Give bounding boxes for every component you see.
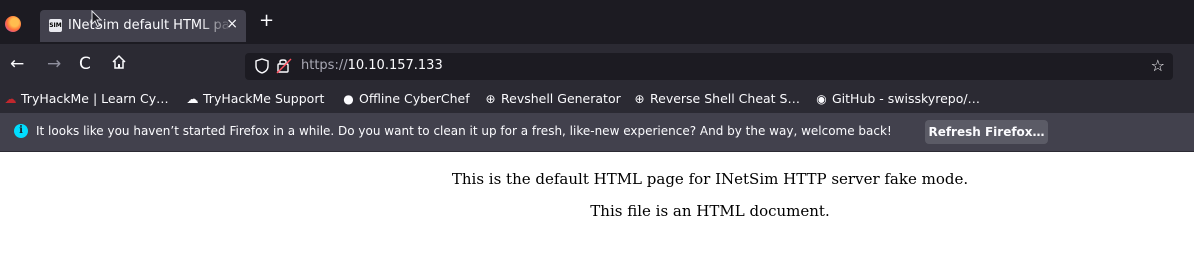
forward-button[interactable]: → xyxy=(47,54,61,74)
notification-text: It looks like you haven’t started Firefo… xyxy=(36,124,892,138)
tryhackme-icon: ☁ xyxy=(4,92,17,106)
firefox-logo-icon[interactable] xyxy=(5,16,21,32)
inetsim-favicon-icon: SIM xyxy=(49,19,62,32)
chef-icon: ● xyxy=(343,92,354,106)
bookmark-label: Reverse Shell Cheat S… xyxy=(650,91,800,106)
url-scheme: https:// xyxy=(301,58,348,73)
insecure-lock-icon[interactable] xyxy=(276,57,292,74)
page-text-line-1: This is the default HTML page for INetSi… xyxy=(451,170,969,188)
bookmark-tryhackme[interactable]: ☁ TryHackMe | Learn Cy… xyxy=(4,91,169,106)
bookmark-label: TryHackMe | Learn Cy… xyxy=(21,91,169,106)
back-button[interactable]: ← xyxy=(10,54,24,74)
url-text[interactable]: https://10.10.157.133 xyxy=(301,58,443,73)
bookmark-label: GitHub - swisskyrepo/… xyxy=(832,91,981,106)
refresh-firefox-button[interactable]: Refresh Firefox… xyxy=(925,120,1048,144)
page-text-line-2: This file is an HTML document. xyxy=(590,202,830,220)
reload-button[interactable]: C xyxy=(79,54,91,74)
tab-active[interactable]: SIM INetSim default HTML page × xyxy=(40,10,246,42)
home-button[interactable] xyxy=(111,54,127,75)
globe-icon: ⊕ xyxy=(634,92,645,106)
address-bar[interactable]: https://10.10.157.133 ☆ xyxy=(245,53,1173,80)
bookmarks-toolbar: ☁ TryHackMe | Learn Cy… ☁ TryHackMe Suppor… xyxy=(0,86,1194,113)
close-tab-icon[interactable]: × xyxy=(226,16,238,32)
mouse-cursor-icon xyxy=(91,10,103,28)
navigation-toolbar: ← → C https://10.10.157.133 ☆ xyxy=(0,44,1194,86)
support-icon: ☁ xyxy=(186,92,199,106)
bookmark-github-swisskyrepo[interactable]: ◉ GitHub - swisskyrepo/… xyxy=(815,91,980,106)
bookmark-label: Revshell Generator xyxy=(501,91,621,106)
new-tab-button[interactable]: + xyxy=(259,12,274,30)
bookmark-revshell-generator[interactable]: ⊕ Revshell Generator xyxy=(484,91,621,106)
tab-strip: SIM INetSim default HTML page × + xyxy=(0,0,1194,44)
bookmark-tryhackme-support[interactable]: ☁ TryHackMe Support xyxy=(186,91,325,106)
tracking-shield-icon[interactable] xyxy=(255,58,269,74)
bookmark-cyberchef[interactable]: ● Offline CyberChef xyxy=(342,91,470,106)
page-content: This is the default HTML page for INetSi… xyxy=(0,152,1194,262)
bookmark-star-icon[interactable]: ☆ xyxy=(1151,56,1165,75)
globe-icon: ⊕ xyxy=(485,92,496,106)
info-icon: i xyxy=(14,124,28,138)
refresh-firefox-notification: i It looks like you haven’t started Fire… xyxy=(0,113,1194,152)
home-icon xyxy=(112,54,126,69)
bookmark-reverse-shell-cheat[interactable]: ⊕ Reverse Shell Cheat S… xyxy=(633,91,800,106)
bookmark-label: TryHackMe Support xyxy=(203,91,325,106)
url-host: 10.10.157.133 xyxy=(347,58,443,73)
bookmark-label: Offline CyberChef xyxy=(359,91,470,106)
github-icon: ◉ xyxy=(816,92,827,106)
